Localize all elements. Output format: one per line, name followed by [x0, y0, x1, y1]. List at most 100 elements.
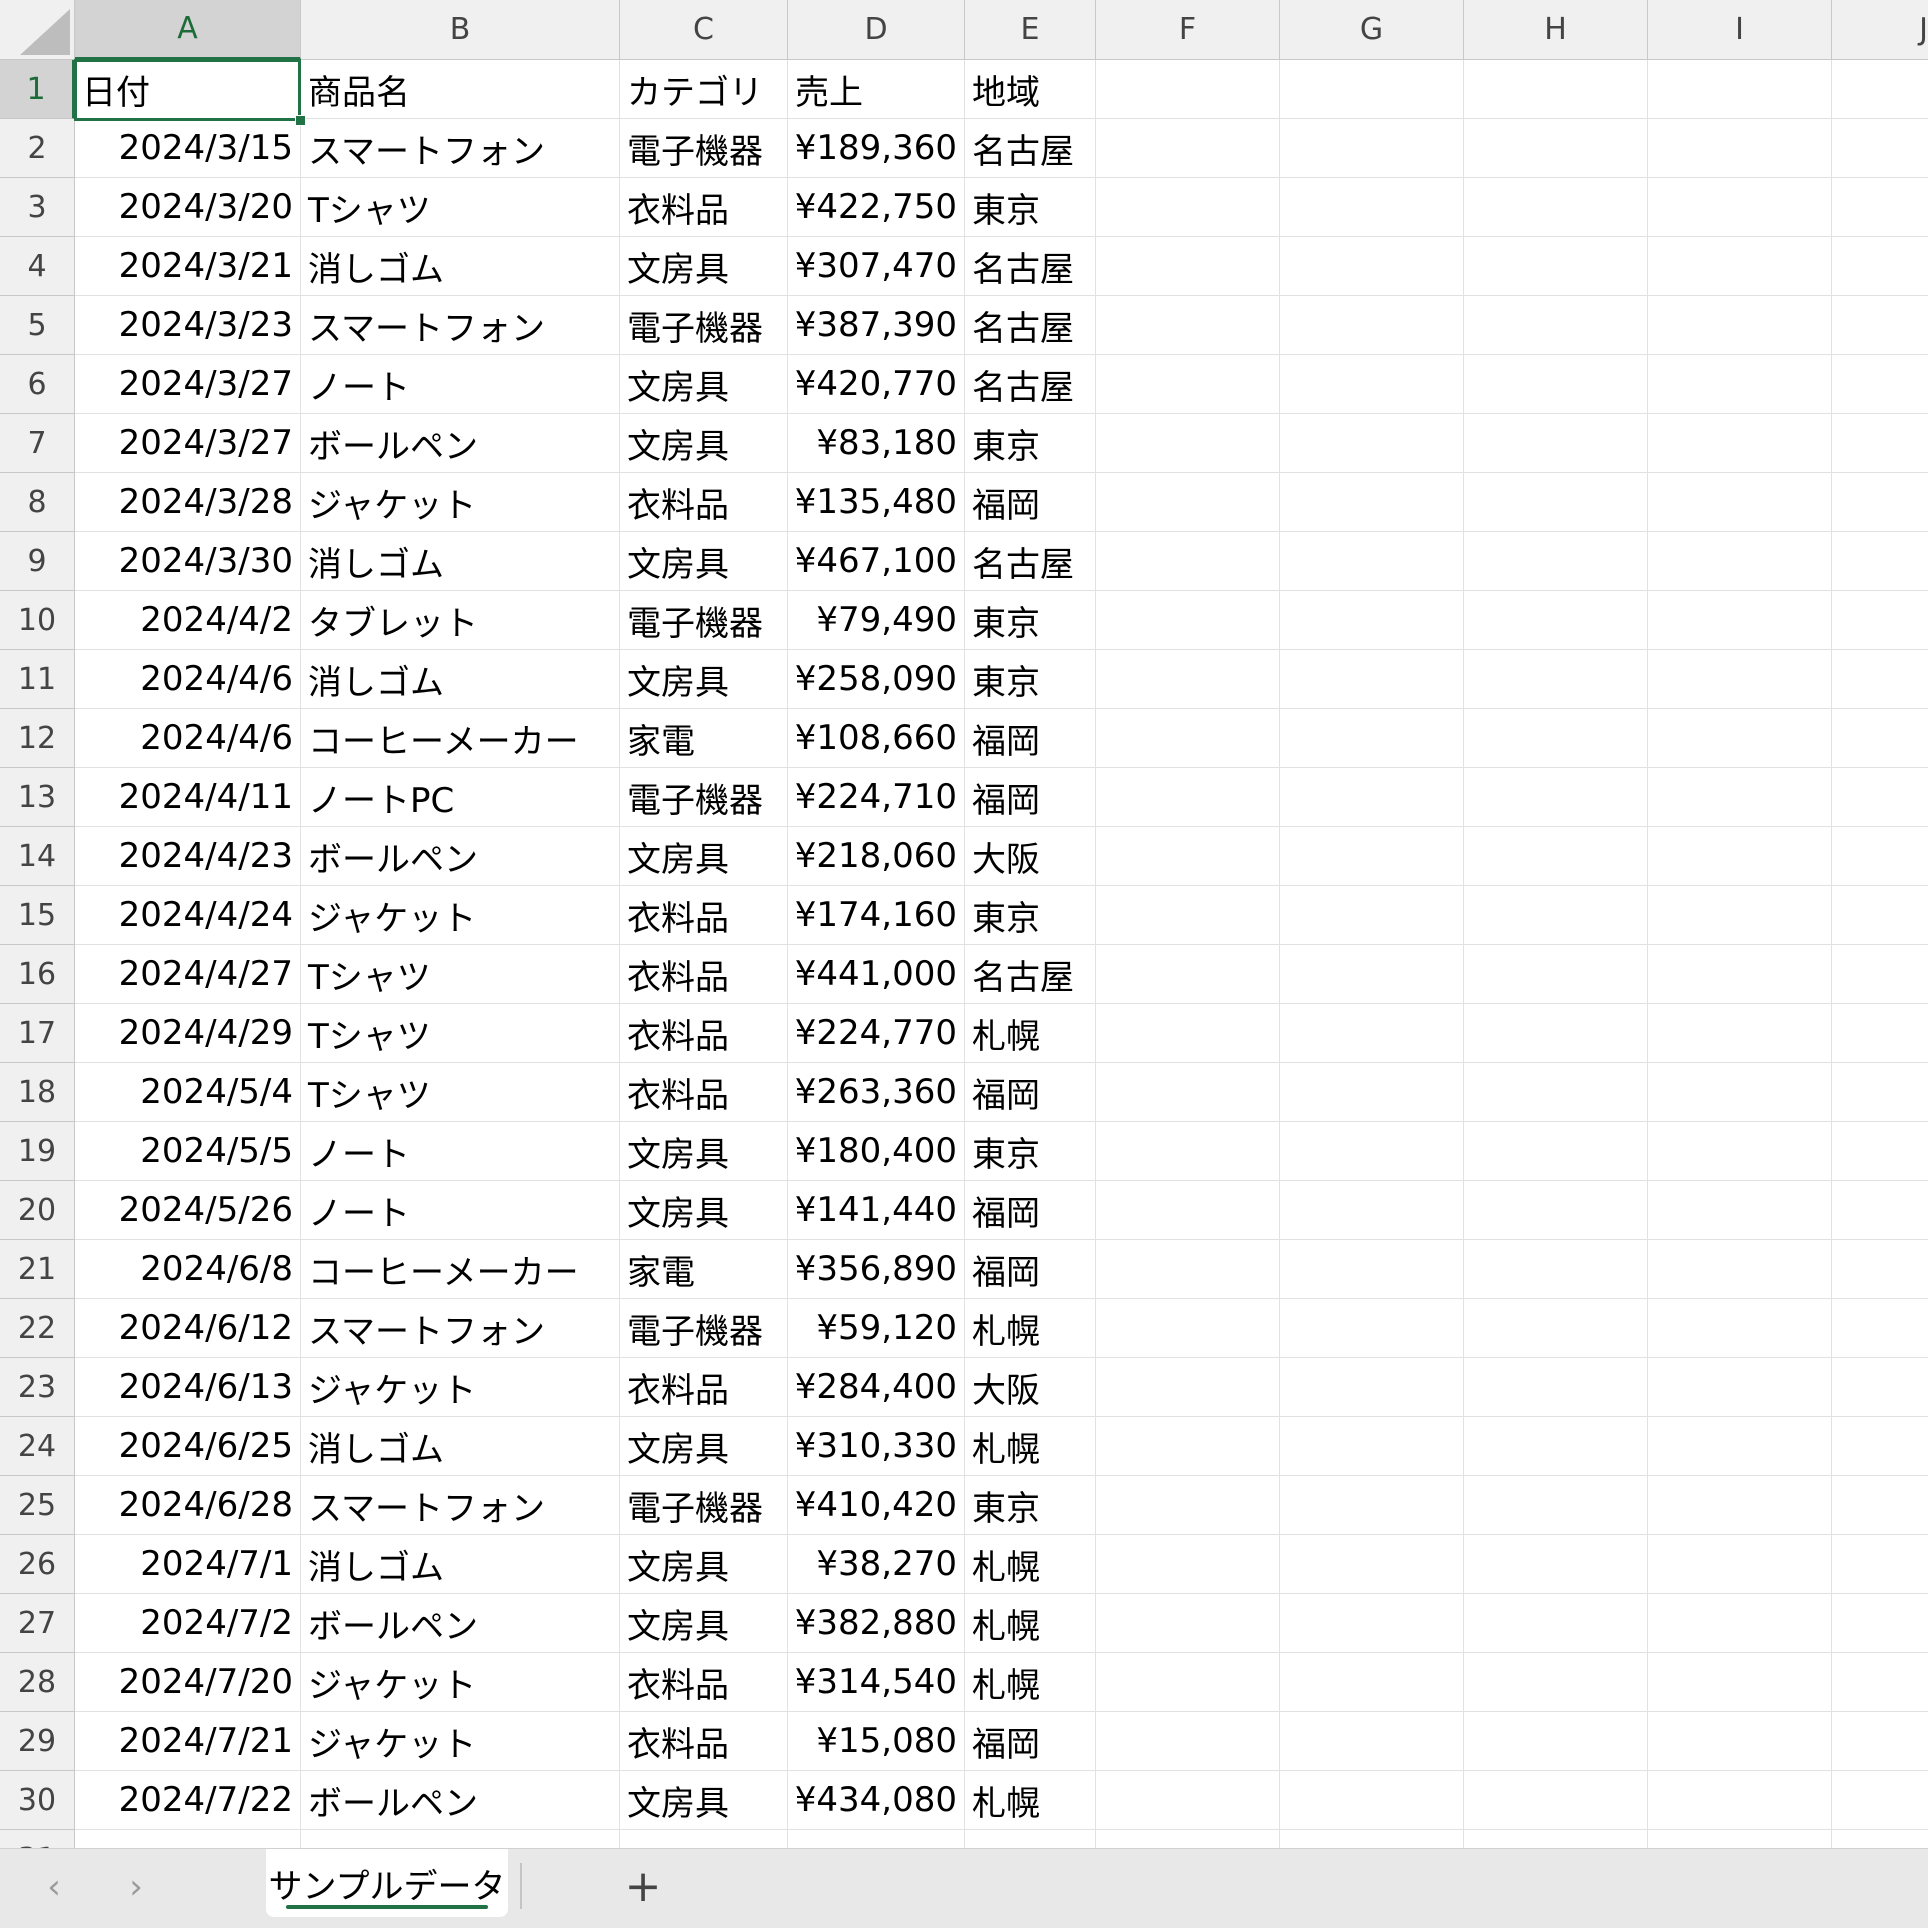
table-cell[interactable] — [1464, 1712, 1648, 1771]
table-cell[interactable]: 2024/3/15 — [75, 119, 301, 178]
header-cell[interactable]: 商品名 — [301, 60, 620, 119]
table-cell[interactable]: 電子機器 — [620, 296, 788, 355]
table-cell[interactable]: 2024/4/6 — [75, 709, 301, 768]
table-cell[interactable] — [1464, 1653, 1648, 1712]
table-cell[interactable]: ノート — [301, 1122, 620, 1181]
column-header-c[interactable]: C — [620, 0, 788, 60]
table-cell[interactable] — [1096, 473, 1280, 532]
plus-icon[interactable]: + — [618, 1861, 668, 1912]
table-cell[interactable] — [1832, 1771, 1928, 1830]
table-cell[interactable] — [1280, 414, 1464, 473]
table-cell[interactable]: 消しゴム — [301, 650, 620, 709]
row-header[interactable]: 13 — [0, 768, 75, 827]
table-cell[interactable]: 福岡 — [965, 1063, 1096, 1122]
row-header[interactable]: 11 — [0, 650, 75, 709]
table-cell[interactable] — [620, 1830, 788, 1848]
table-cell[interactable]: ¥59,120 — [788, 1299, 965, 1358]
table-cell[interactable] — [1832, 1830, 1928, 1848]
table-cell[interactable]: ¥434,080 — [788, 1771, 965, 1830]
table-cell[interactable] — [1464, 473, 1648, 532]
table-cell[interactable]: 東京 — [965, 1476, 1096, 1535]
table-cell[interactable]: 2024/4/6 — [75, 650, 301, 709]
table-cell[interactable] — [1096, 827, 1280, 886]
table-cell[interactable] — [1280, 1417, 1464, 1476]
table-cell[interactable] — [1280, 1653, 1464, 1712]
table-cell[interactable] — [1648, 119, 1832, 178]
header-cell[interactable]: 日付 — [75, 60, 301, 119]
row-header[interactable]: 9 — [0, 532, 75, 591]
table-cell[interactable]: 札幌 — [965, 1535, 1096, 1594]
table-cell[interactable] — [1096, 1122, 1280, 1181]
table-cell[interactable]: 文房具 — [620, 1122, 788, 1181]
table-cell[interactable] — [1464, 1004, 1648, 1063]
table-cell[interactable] — [1096, 119, 1280, 178]
table-cell[interactable] — [1832, 1299, 1928, 1358]
table-cell[interactable]: ノート — [301, 1181, 620, 1240]
table-cell[interactable]: ¥189,360 — [788, 119, 965, 178]
table-cell[interactable] — [1096, 1063, 1280, 1122]
table-cell[interactable] — [1096, 1476, 1280, 1535]
table-cell[interactable]: 東京 — [965, 886, 1096, 945]
table-cell[interactable]: ジャケット — [301, 1653, 620, 1712]
table-cell[interactable] — [1832, 709, 1928, 768]
table-cell[interactable]: 文房具 — [620, 1771, 788, 1830]
row-header[interactable]: 12 — [0, 709, 75, 768]
table-cell[interactable] — [1280, 886, 1464, 945]
row-header[interactable]: 8 — [0, 473, 75, 532]
table-cell[interactable] — [1648, 355, 1832, 414]
table-cell[interactable] — [1832, 768, 1928, 827]
table-cell[interactable]: 札幌 — [965, 1417, 1096, 1476]
table-cell[interactable] — [1464, 886, 1648, 945]
row-header[interactable]: 19 — [0, 1122, 75, 1181]
table-cell[interactable]: 電子機器 — [620, 768, 788, 827]
table-cell[interactable] — [1280, 650, 1464, 709]
table-cell[interactable]: 2024/7/20 — [75, 1653, 301, 1712]
table-cell[interactable] — [1648, 1004, 1832, 1063]
table-cell[interactable]: ¥224,770 — [788, 1004, 965, 1063]
table-cell[interactable]: 名古屋 — [965, 296, 1096, 355]
table-cell[interactable] — [1096, 178, 1280, 237]
table-cell[interactable]: 2024/6/25 — [75, 1417, 301, 1476]
header-cell[interactable] — [1648, 60, 1832, 119]
table-cell[interactable]: ¥135,480 — [788, 473, 965, 532]
table-cell[interactable] — [1832, 355, 1928, 414]
row-header[interactable]: 20 — [0, 1181, 75, 1240]
table-cell[interactable]: 電子機器 — [620, 1476, 788, 1535]
row-header[interactable]: 21 — [0, 1240, 75, 1299]
row-header[interactable]: 16 — [0, 945, 75, 1004]
table-cell[interactable]: Tシャツ — [301, 945, 620, 1004]
table-cell[interactable] — [1648, 945, 1832, 1004]
table-cell[interactable]: ¥356,890 — [788, 1240, 965, 1299]
table-cell[interactable] — [1832, 1476, 1928, 1535]
table-cell[interactable]: ¥79,490 — [788, 591, 965, 650]
header-cell[interactable] — [1832, 60, 1928, 119]
table-cell[interactable] — [1648, 1063, 1832, 1122]
table-cell[interactable] — [1464, 119, 1648, 178]
table-cell[interactable] — [1280, 1063, 1464, 1122]
table-cell[interactable] — [1832, 1358, 1928, 1417]
table-cell[interactable]: 東京 — [965, 591, 1096, 650]
row-header[interactable]: 1 — [0, 60, 75, 119]
header-cell[interactable] — [1096, 60, 1280, 119]
table-cell[interactable]: 2024/6/12 — [75, 1299, 301, 1358]
table-cell[interactable] — [1096, 1535, 1280, 1594]
table-cell[interactable] — [1096, 1594, 1280, 1653]
table-cell[interactable]: 大阪 — [965, 827, 1096, 886]
table-cell[interactable] — [1096, 709, 1280, 768]
table-cell[interactable] — [1648, 1830, 1832, 1848]
table-cell[interactable]: 札幌 — [965, 1771, 1096, 1830]
table-cell[interactable]: ¥180,400 — [788, 1122, 965, 1181]
table-cell[interactable] — [1280, 1830, 1464, 1848]
table-cell[interactable]: 文房具 — [620, 355, 788, 414]
table-cell[interactable] — [1096, 1771, 1280, 1830]
row-header[interactable]: 24 — [0, 1417, 75, 1476]
table-cell[interactable] — [1464, 1535, 1648, 1594]
chevron-left-icon[interactable]: ‹ — [34, 1867, 74, 1907]
column-header-g[interactable]: G — [1280, 0, 1464, 60]
table-cell[interactable] — [1648, 1358, 1832, 1417]
table-cell[interactable]: ¥108,660 — [788, 709, 965, 768]
table-cell[interactable]: 東京 — [965, 178, 1096, 237]
table-cell[interactable]: 2024/7/21 — [75, 1712, 301, 1771]
table-cell[interactable]: 2024/4/24 — [75, 886, 301, 945]
table-cell[interactable] — [1464, 1299, 1648, 1358]
